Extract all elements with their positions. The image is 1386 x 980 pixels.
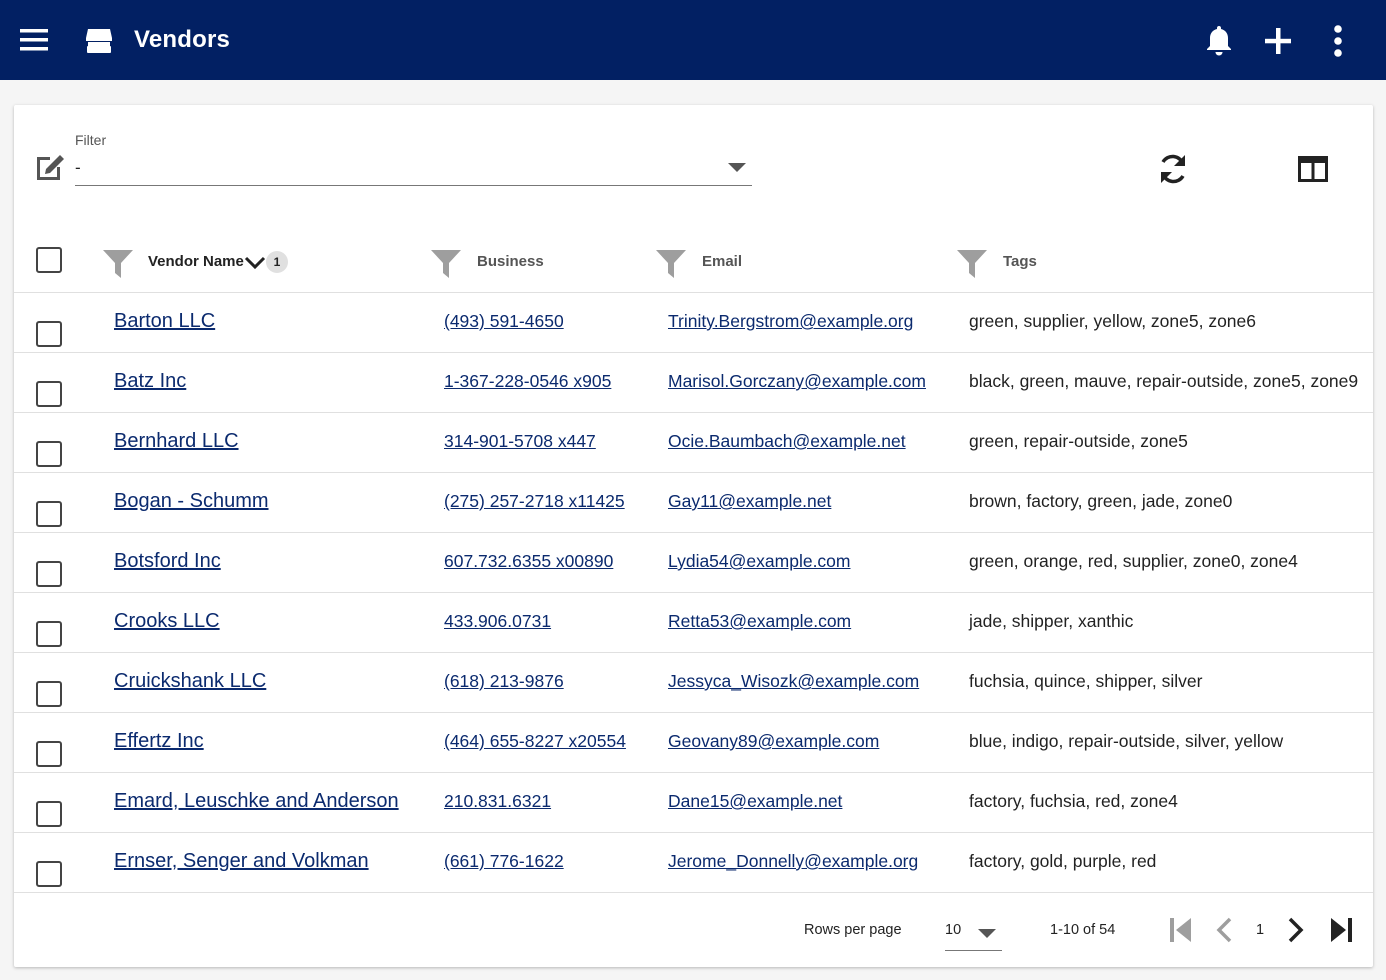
column-header-business[interactable]: Business	[477, 253, 544, 270]
plus-icon[interactable]	[1263, 26, 1293, 56]
rows-per-page-label: Rows per page	[804, 922, 902, 938]
pagination-footer: Rows per page 10 1-10 of 54 1	[14, 895, 1373, 967]
table-header: Vendor Name 1 Business Email Tags	[14, 233, 1373, 293]
email-link[interactable]: Jerome_Donnelly@example.org	[668, 851, 918, 872]
row-checkbox[interactable]	[36, 741, 62, 767]
current-page: 1	[1256, 922, 1265, 938]
vendor-name-link[interactable]: Crooks LLC	[114, 610, 220, 633]
vendors-card: Filter - Vendor Name 1 Business Email Ta…	[14, 105, 1373, 967]
email-link[interactable]: Marisol.Gorczany@example.com	[668, 371, 926, 392]
row-checkbox[interactable]	[36, 441, 62, 467]
phone-link[interactable]: 210.831.6321	[444, 791, 551, 812]
row-checkbox[interactable]	[36, 681, 62, 707]
row-checkbox[interactable]	[36, 861, 62, 887]
tags-cell: green, supplier, yellow, zone5, zone6	[969, 311, 1256, 331]
filter-funnel-icon[interactable]	[655, 247, 687, 279]
table-body: Barton LLC (493) 591-4650 Trinity.Bergst…	[14, 293, 1373, 893]
phone-link[interactable]: (464) 655-8227 x20554	[444, 731, 626, 752]
tags-cell: blue, indigo, repair-outside, silver, ye…	[969, 731, 1284, 751]
tags-cell: factory, fuchsia, red, zone4	[969, 791, 1178, 811]
next-page-icon[interactable]	[1281, 915, 1309, 945]
chevron-down-icon	[728, 163, 746, 172]
phone-link[interactable]: (661) 776-1622	[444, 851, 564, 872]
table-row: Batz Inc 1-367-228-0546 x905 Marisol.Gor…	[14, 353, 1373, 413]
column-header-email[interactable]: Email	[702, 253, 742, 270]
menu-icon[interactable]	[20, 26, 48, 54]
row-checkbox[interactable]	[36, 381, 62, 407]
phone-link[interactable]: (275) 257-2718 x11425	[444, 491, 625, 512]
rows-per-page-select[interactable]: 10	[945, 915, 1002, 951]
table-row: Crooks LLC 433.906.0731 Retta53@example.…	[14, 593, 1373, 653]
rows-per-page-value: 10	[945, 922, 962, 938]
edit-note-icon	[37, 155, 64, 180]
email-link[interactable]: Ocie.Baumbach@example.net	[668, 431, 906, 452]
row-checkbox[interactable]	[36, 561, 62, 587]
tags-cell: factory, gold, purple, red	[969, 851, 1157, 871]
chevron-down-icon	[978, 929, 996, 938]
table-row: Effertz Inc (464) 655-8227 x20554 Geovan…	[14, 713, 1373, 773]
email-link[interactable]: Geovany89@example.com	[668, 731, 879, 752]
table-row: Ernser, Senger and Volkman (661) 776-162…	[14, 833, 1373, 893]
pagination-range: 1-10 of 54	[1050, 922, 1116, 938]
bell-icon[interactable]	[1204, 24, 1234, 56]
previous-page-icon[interactable]	[1211, 915, 1239, 945]
table-row: Barton LLC (493) 591-4650 Trinity.Bergst…	[14, 293, 1373, 353]
phone-link[interactable]: 314-901-5708 x447	[444, 431, 596, 452]
table-row: Emard, Leuschke and Anderson 210.831.632…	[14, 773, 1373, 833]
vendor-name-link[interactable]: Cruickshank LLC	[114, 670, 266, 693]
phone-link[interactable]: (493) 591-4650	[444, 311, 564, 332]
view-columns-icon[interactable]	[1297, 155, 1329, 183]
tags-cell: brown, factory, green, jade, zone0	[969, 491, 1233, 511]
vendor-name-link[interactable]: Barton LLC	[114, 310, 215, 333]
vendor-name-link[interactable]: Batz Inc	[114, 370, 186, 393]
tags-cell: jade, shipper, xanthic	[969, 611, 1134, 631]
table-row: Cruickshank LLC (618) 213-9876 Jessyca_W…	[14, 653, 1373, 713]
app-bar: Vendors	[0, 0, 1386, 80]
page-title: Vendors	[134, 26, 231, 53]
column-header-tags[interactable]: Tags	[1003, 253, 1037, 270]
first-page-icon[interactable]	[1167, 915, 1195, 945]
vendor-name-link[interactable]: Bernhard LLC	[114, 430, 239, 453]
row-checkbox[interactable]	[36, 621, 62, 647]
last-page-icon[interactable]	[1327, 915, 1355, 945]
email-link[interactable]: Lydia54@example.com	[668, 551, 851, 572]
vendor-name-link[interactable]: Ernser, Senger and Volkman	[114, 850, 369, 873]
vendor-name-link[interactable]: Botsford Inc	[114, 550, 221, 573]
table-row: Botsford Inc 607.732.6355 x00890 Lydia54…	[14, 533, 1373, 593]
tags-cell: green, orange, red, supplier, zone0, zon…	[969, 551, 1298, 571]
email-link[interactable]: Retta53@example.com	[668, 611, 851, 632]
phone-link[interactable]: (618) 213-9876	[444, 671, 564, 692]
refresh-icon[interactable]	[1156, 152, 1190, 186]
sort-chevron-down-icon[interactable]	[244, 251, 266, 273]
vendor-name-link[interactable]: Emard, Leuschke and Anderson	[114, 790, 399, 813]
phone-link[interactable]: 433.906.0731	[444, 611, 551, 632]
table-row: Bernhard LLC 314-901-5708 x447 Ocie.Baum…	[14, 413, 1373, 473]
filter-funnel-icon[interactable]	[956, 247, 988, 279]
row-checkbox[interactable]	[36, 801, 62, 827]
phone-link[interactable]: 607.732.6355 x00890	[444, 551, 613, 572]
filter-funnel-icon[interactable]	[102, 247, 134, 279]
sort-order-badge: 1	[266, 251, 288, 273]
phone-link[interactable]: 1-367-228-0546 x905	[444, 371, 611, 392]
email-link[interactable]: Gay11@example.net	[668, 491, 831, 512]
vendor-name-link[interactable]: Effertz Inc	[114, 730, 204, 753]
tags-cell: black, green, mauve, repair-outside, zon…	[969, 371, 1359, 391]
row-checkbox[interactable]	[36, 321, 62, 347]
vendor-name-link[interactable]: Bogan - Schumm	[114, 490, 269, 513]
tags-cell: fuchsia, quince, shipper, silver	[969, 671, 1203, 691]
tags-cell: green, repair-outside, zone5	[969, 431, 1188, 451]
table-row: Bogan - Schumm (275) 257-2718 x11425 Gay…	[14, 473, 1373, 533]
column-header-vendor-name[interactable]: Vendor Name	[148, 253, 244, 270]
more-vert-icon[interactable]	[1326, 24, 1350, 58]
filter-value: -	[75, 158, 81, 177]
row-checkbox[interactable]	[36, 501, 62, 527]
select-all-checkbox[interactable]	[36, 247, 62, 273]
email-link[interactable]: Trinity.Bergstrom@example.org	[668, 311, 913, 332]
store-icon	[86, 29, 112, 53]
filter-funnel-icon[interactable]	[430, 247, 462, 279]
email-link[interactable]: Jessyca_Wisozk@example.com	[668, 671, 919, 692]
filter-label: Filter	[75, 132, 107, 148]
filter-select[interactable]: -	[75, 153, 752, 186]
email-link[interactable]: Dane15@example.net	[668, 791, 842, 812]
